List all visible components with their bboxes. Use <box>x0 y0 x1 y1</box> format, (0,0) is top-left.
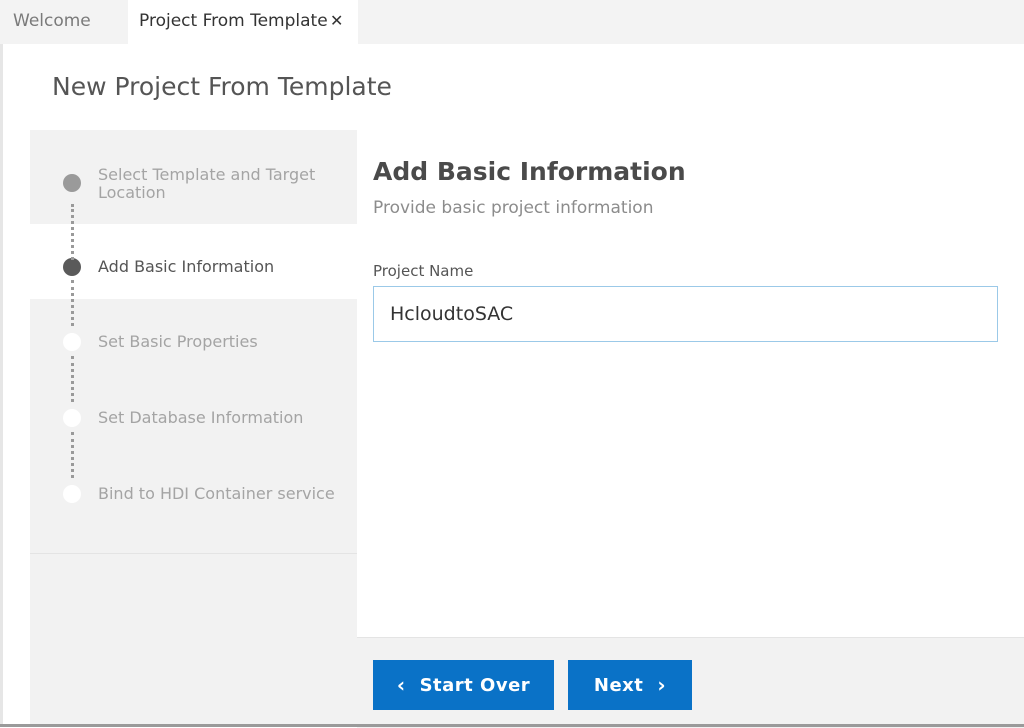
wizard-step-set-database-information[interactable]: Set Database Information <box>30 375 357 451</box>
wizard-step-bind-hdi-container[interactable]: Bind to HDI Container service <box>30 451 357 553</box>
wizard-step-select-template[interactable]: Select Template and Target Location <box>30 130 357 224</box>
project-name-input[interactable] <box>373 286 998 342</box>
wizard-sidebar: Select Template and Target Location Add … <box>30 130 357 727</box>
wizard-step-set-basic-properties[interactable]: Set Basic Properties <box>30 299 357 375</box>
step-pending-icon <box>63 333 81 351</box>
wizard-step-label: Set Database Information <box>98 408 304 427</box>
page-title: New Project From Template <box>52 72 392 101</box>
wizard-step-label: Add Basic Information <box>98 257 275 276</box>
wizard-step-label: Set Basic Properties <box>98 332 258 351</box>
step-done-icon <box>63 174 81 192</box>
wizard-step-label: Select Template and Target Location <box>98 165 316 202</box>
wizard-step-add-basic-information[interactable]: Add Basic Information <box>30 224 357 299</box>
sidebar-divider <box>30 553 357 554</box>
tab-welcome[interactable]: Welcome <box>0 0 128 44</box>
section-subtitle: Provide basic project information <box>373 198 654 218</box>
close-icon[interactable]: ✕ <box>330 0 343 42</box>
step-pending-icon <box>63 409 81 427</box>
step-connector <box>71 280 74 326</box>
section-title: Add Basic Information <box>373 157 686 186</box>
step-connector <box>71 356 74 402</box>
start-over-button[interactable]: ‹ Start Over <box>373 660 554 710</box>
left-edge-divider <box>0 44 3 727</box>
tab-project-label: Project From Template <box>139 11 328 31</box>
next-label: Next <box>593 674 644 696</box>
project-name-label: Project Name <box>373 262 474 280</box>
start-over-label: Start Over <box>419 674 531 696</box>
step-connector <box>71 204 74 260</box>
tab-welcome-label: Welcome <box>13 11 91 31</box>
step-pending-icon <box>63 485 81 503</box>
next-button[interactable]: Next › <box>568 660 692 710</box>
chevron-left-icon: ‹ <box>396 673 406 697</box>
wizard-step-label: Bind to HDI Container service <box>98 484 335 503</box>
step-current-icon <box>63 258 81 276</box>
step-connector <box>71 432 74 478</box>
chevron-right-icon: › <box>657 673 667 697</box>
tab-project-from-template[interactable]: Project From Template ✕ <box>128 0 358 44</box>
tab-bar: Welcome Project From Template ✕ <box>0 0 1024 44</box>
